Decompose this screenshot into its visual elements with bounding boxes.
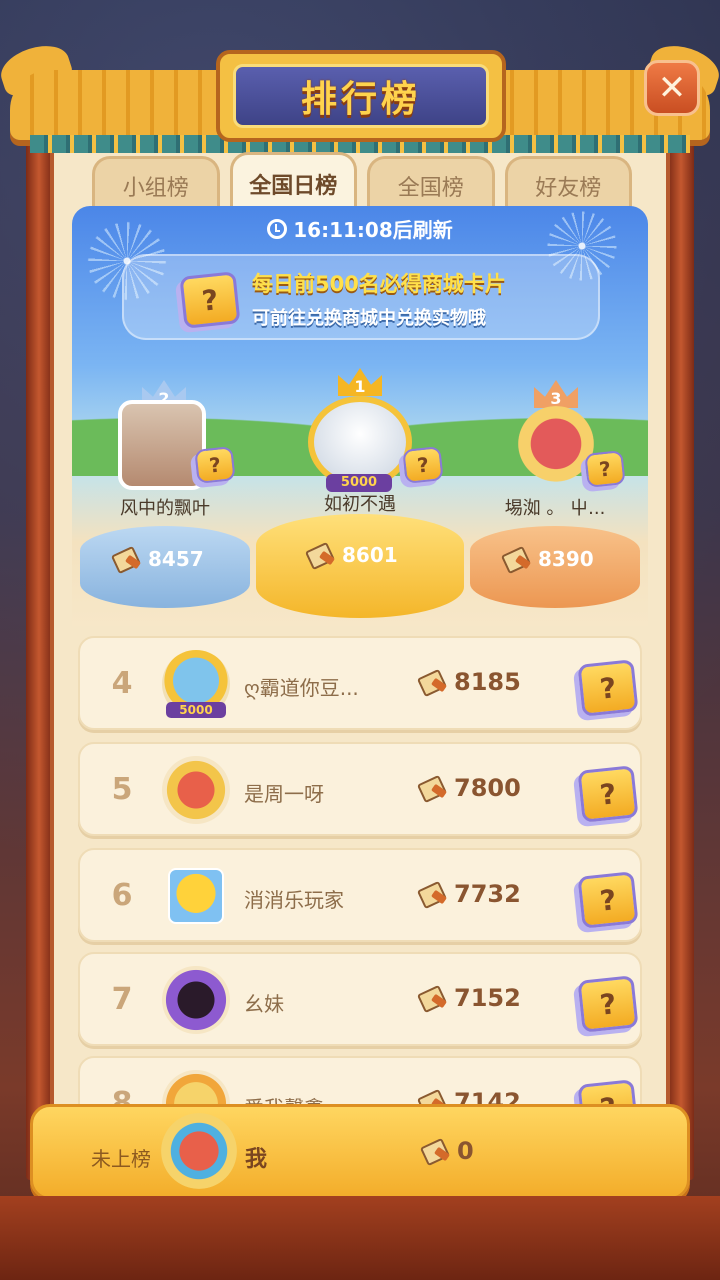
list-item[interactable]: 4 5000 ღ霸道你豆... 8185 ?: [78, 636, 642, 730]
card-glyph: ?: [415, 452, 431, 478]
mystery-card-icon: ?: [584, 450, 626, 488]
mystery-card-icon: ?: [577, 659, 639, 717]
player-name: 幺妹: [244, 992, 284, 1016]
my-rank-bar[interactable]: 未上榜 我 0: [30, 1104, 690, 1200]
podium-score: 8390: [502, 546, 594, 572]
card-glyph: ?: [598, 670, 618, 706]
reward-info-line1: 每日前500名必得商城卡片: [252, 272, 506, 296]
player-name: 是周一呀: [244, 782, 324, 806]
tab-label: 小组榜: [122, 175, 189, 201]
avatar: [162, 756, 230, 824]
tab-friends[interactable]: 好友榜: [504, 156, 632, 212]
rank-number: 4: [111, 666, 133, 701]
rank-number: 6: [111, 878, 133, 913]
podium-first[interactable]: 1 5000 ? 如初不遇 8601: [256, 366, 464, 626]
podium-name: 如初不遇: [324, 494, 396, 515]
reward-info-line2: 可前往兑换商城中兑换实物哦: [252, 308, 486, 329]
tab-label: 好友榜: [535, 175, 602, 201]
tab-national[interactable]: 全国榜: [367, 156, 495, 212]
mystery-card-icon: ?: [402, 446, 444, 484]
card-glyph: ?: [598, 986, 618, 1022]
mystery-card-icon: ?: [179, 271, 241, 329]
rank-number: 7: [111, 982, 133, 1017]
podium-score-value: 8457: [148, 547, 204, 571]
player-score-value: 8185: [454, 668, 521, 696]
my-score-value: 0: [457, 1137, 474, 1165]
avatar: [162, 966, 230, 1034]
player-score: 7732: [418, 880, 521, 908]
card-glyph: ?: [598, 882, 618, 918]
podium-score-value: 8601: [342, 543, 398, 567]
tab-group-rank[interactable]: 小组榜: [92, 156, 220, 212]
shovel-icon: [306, 542, 336, 568]
player-score: 8185: [418, 668, 521, 696]
crown-bronze-icon: 3: [534, 380, 578, 408]
refresh-timer: 16:11:08后刷新: [72, 214, 648, 243]
player-score: 7152: [418, 984, 521, 1012]
podium-score: 8457: [112, 546, 204, 572]
podium-score: 8601: [306, 542, 398, 568]
page-title: 排行榜: [300, 79, 421, 120]
shovel-icon: [418, 669, 448, 695]
shovel-icon: [418, 985, 448, 1011]
tab-bar: 小组榜 全国日榜 全国榜 好友榜: [92, 152, 632, 212]
badge-5000: 5000: [166, 702, 226, 718]
player-name: ღ霸道你豆...: [244, 676, 359, 700]
frame-pillar-right: [668, 120, 694, 1180]
title-plaque-inner: 排行榜: [233, 64, 489, 128]
top-three-section: 16:11:08后刷新 ? 每日前500名必得商城卡片 可前往兑换商城中兑换实物…: [72, 206, 648, 626]
rank-number: 5: [111, 772, 133, 807]
avatar: [161, 1113, 237, 1189]
podium-rank: 1: [354, 377, 366, 396]
avatar: [168, 868, 224, 924]
card-glyph: ?: [598, 776, 618, 812]
title-plaque: 排行榜: [216, 50, 506, 142]
close-icon: ✕: [657, 68, 687, 108]
shovel-icon: [418, 775, 448, 801]
card-glyph: ?: [207, 452, 223, 478]
mystery-card-icon: ?: [194, 446, 236, 484]
tab-label: 全国榜: [397, 175, 464, 201]
shovel-icon: [418, 881, 448, 907]
player-score-value: 7732: [454, 880, 521, 908]
player-score-value: 7152: [454, 984, 521, 1012]
podium-name: 埸洳 。 屮...: [504, 498, 606, 519]
mystery-card-icon: ?: [577, 871, 639, 929]
list-item[interactable]: 7 幺妹 7152 ?: [78, 952, 642, 1046]
mystery-card-icon: ?: [577, 765, 639, 823]
list-item[interactable]: 5 是周一呀 7800 ?: [78, 742, 642, 836]
my-score: 0: [421, 1137, 474, 1165]
crown-gold-icon: 1: [338, 368, 382, 396]
podium-name: 风中的飘叶: [120, 498, 210, 519]
tab-national-daily[interactable]: 全国日榜: [229, 152, 357, 212]
podium-second[interactable]: 2 ? 风中的飘叶 8457: [80, 376, 250, 616]
close-button[interactable]: ✕: [644, 60, 700, 116]
frame-bottom: [0, 1196, 720, 1280]
player-name: 消消乐玩家: [244, 888, 344, 912]
podium-score-value: 8390: [538, 547, 594, 571]
avatar: [118, 400, 206, 490]
podium-third[interactable]: 3 ? 埸洳 。 屮... 8390: [470, 376, 640, 616]
shovel-icon: [112, 546, 142, 572]
player-score: 7800: [418, 774, 521, 802]
clock-icon: [267, 218, 288, 239]
timer-text: 16:11:08后刷新: [293, 218, 453, 242]
player-score-value: 7800: [454, 774, 521, 802]
frame-pillar-left: [26, 120, 52, 1180]
avatar: [514, 406, 598, 490]
shovel-icon: [502, 546, 532, 572]
my-rank-status: 未上榜: [91, 1147, 151, 1171]
shovel-icon: [421, 1138, 451, 1164]
reward-info-banner: ? 每日前500名必得商城卡片 可前往兑换商城中兑换实物哦: [122, 254, 600, 340]
card-glyph: ?: [200, 282, 220, 318]
mystery-card-icon: ?: [577, 975, 639, 1033]
card-glyph: ?: [597, 456, 613, 482]
tab-label: 全国日榜: [249, 173, 338, 199]
my-name: 我: [245, 1147, 268, 1172]
list-item[interactable]: 6 消消乐玩家 7732 ?: [78, 848, 642, 942]
